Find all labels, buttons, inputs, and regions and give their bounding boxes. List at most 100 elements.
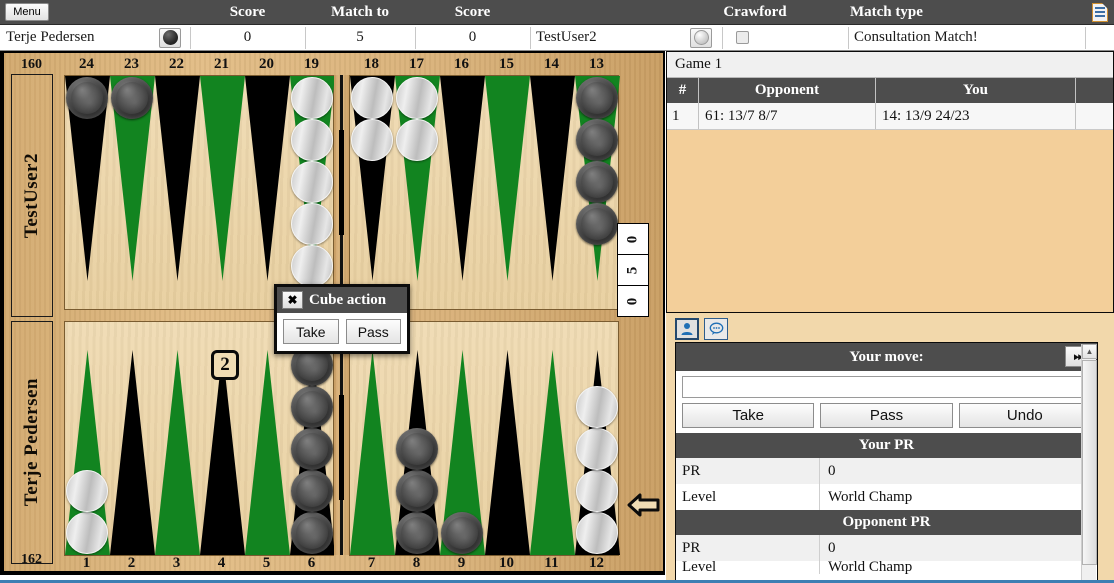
your-pr-row: PR 0 <box>676 458 1097 484</box>
checker-dark-point-13[interactable] <box>576 203 618 245</box>
move-list-box: Game 1 # Opponent You 1 61: 13/7 8/7 14: 1… <box>666 51 1114 313</box>
checker-dark-point-13[interactable] <box>576 77 618 119</box>
your-pr-header: Your PR <box>676 433 1097 458</box>
opponent-level-row: Level World Champ <box>676 561 1097 574</box>
your-level-value: World Champ <box>828 488 913 505</box>
header-score-1: Score <box>229 3 266 20</box>
checker-dark-point-6[interactable] <box>291 428 333 470</box>
checker-dark-point-6[interactable] <box>291 386 333 428</box>
table-cell: 61: 13/7 8/7 <box>699 103 876 129</box>
board-score-strip: 0 5 0 <box>617 223 649 317</box>
players-tab[interactable] <box>675 317 699 340</box>
panel-tabstrip <box>666 315 1114 342</box>
chat-bubble-icon <box>709 322 723 335</box>
player-name-bottom-label: Terje Pedersen <box>21 378 42 507</box>
player2-name: TestUser2 <box>536 29 597 45</box>
your-level-row: Level World Champ <box>676 484 1097 510</box>
checker-dark-point-23[interactable] <box>111 77 153 119</box>
chat-tab[interactable] <box>704 317 728 340</box>
opponent-level-value: World Champ <box>828 561 913 574</box>
pip-count-bottom: 162 <box>21 552 42 567</box>
move-list-empty-area <box>667 130 1113 312</box>
checker-light-point-18[interactable] <box>351 77 393 119</box>
document-icon[interactable] <box>1092 3 1108 22</box>
player1-score: 0 <box>243 29 252 45</box>
checker-light-point-19[interactable] <box>291 119 333 161</box>
scrollbar-thumb[interactable] <box>1082 360 1097 565</box>
checker-light-point-1[interactable] <box>66 512 108 554</box>
table-row[interactable]: 1 61: 13/7 8/7 14: 13/9 24/23 <box>667 103 1113 130</box>
checker-light-point-1[interactable] <box>66 470 108 512</box>
header-score-2: Score <box>454 3 491 20</box>
player1-checker-swatch[interactable] <box>150 25 190 50</box>
match-info-row: Terje Pedersen 0 5 0 TestUser2 Consultat… <box>0 25 1114 51</box>
panel-scrollbar[interactable]: ▲ ▼ <box>1081 344 1097 583</box>
checker-dark-point-8[interactable] <box>396 428 438 470</box>
col-extra <box>1076 78 1113 103</box>
player2-score: 0 <box>468 29 477 45</box>
header-crawford: Crawford <box>723 3 787 20</box>
checker-light-point-19[interactable] <box>291 245 333 287</box>
checker-light-point-12[interactable] <box>576 428 618 470</box>
player1-name: Terje Pedersen <box>6 29 95 45</box>
game-title: Game 1 <box>667 52 1113 78</box>
pip-count-top: 160 <box>21 57 42 72</box>
checker-light-point-19[interactable] <box>291 77 333 119</box>
your-pr-key: PR <box>676 458 820 484</box>
crawford-checkbox-cell[interactable] <box>722 25 762 50</box>
checker-dark-point-13[interactable] <box>576 161 618 203</box>
checker-light-point-17[interactable] <box>396 119 438 161</box>
pass-button[interactable]: Pass <box>820 403 953 428</box>
checker-light-point-12[interactable] <box>576 386 618 428</box>
menu-button[interactable]: Menu <box>5 3 49 21</box>
header-match-to: Match to <box>331 3 389 20</box>
score-strip-top: 0 <box>618 224 648 254</box>
doubling-cube[interactable]: 2 <box>211 350 239 380</box>
right-panel: Game 1 # Opponent You 1 61: 13/7 8/7 14: 1… <box>666 51 1114 583</box>
checker-dark-point-9[interactable] <box>441 512 483 554</box>
checker-light-point-12[interactable] <box>576 470 618 512</box>
checker-dark-point-13[interactable] <box>576 119 618 161</box>
checker-light-point-17[interactable] <box>396 77 438 119</box>
table-cell: 1 <box>667 103 699 129</box>
score-strip-bot: 0 <box>618 286 648 316</box>
opponent-pr-header: Opponent PR <box>676 510 1097 535</box>
take-button[interactable]: Take <box>682 403 815 428</box>
header-match-type: Match type <box>850 3 923 20</box>
undo-button[interactable]: Undo <box>958 403 1091 428</box>
checker-dark-point-6[interactable] <box>291 470 333 512</box>
person-icon <box>681 322 693 335</box>
your-level-key: Level <box>676 484 820 510</box>
checker-light-point-18[interactable] <box>351 119 393 161</box>
checker-dark-point-8[interactable] <box>396 470 438 512</box>
your-move-title: Your move: <box>849 348 924 365</box>
light-checker-swatch[interactable] <box>690 27 712 48</box>
your-move-panel: Your move: ⏭ Take Pass Undo Your PR PR 0… <box>675 342 1098 583</box>
player2-checker-swatch[interactable] <box>680 25 722 50</box>
cube-action-title: Cube action <box>309 291 387 308</box>
table-cell <box>1076 103 1113 129</box>
cube-pass-button[interactable]: Pass <box>345 319 401 344</box>
cube-take-button[interactable]: Take <box>283 319 339 344</box>
checker-light-point-19[interactable] <box>291 203 333 245</box>
cube-action-header: ✖ Cube action <box>277 287 407 313</box>
checker-dark-point-6[interactable] <box>291 512 333 554</box>
crawford-checkbox[interactable] <box>735 31 749 44</box>
scroll-up-icon[interactable]: ▲ <box>1082 344 1097 359</box>
checker-light-point-12[interactable] <box>576 512 618 554</box>
move-input[interactable] <box>682 376 1091 398</box>
opponent-pr-key: PR <box>676 535 820 561</box>
checker-dark-point-24[interactable] <box>66 77 108 119</box>
score-strip-mid: 5 <box>618 255 648 285</box>
your-pr-value: 0 <box>828 462 836 479</box>
player-name-bottom: Terje Pedersen <box>11 321 53 564</box>
left-arrow-icon[interactable] <box>627 490 661 520</box>
table-cell: 14: 13/9 24/23 <box>876 103 1076 129</box>
move-rows: 1 61: 13/7 8/7 14: 13/9 24/23 <box>667 103 1113 130</box>
close-icon[interactable]: ✖ <box>282 291 303 309</box>
dark-checker-swatch[interactable] <box>159 27 181 48</box>
cube-action-dialog[interactable]: ✖ Cube action Take Pass <box>274 284 410 354</box>
checker-dark-point-8[interactable] <box>396 512 438 554</box>
checker-light-point-19[interactable] <box>291 161 333 203</box>
dark-checker-icon <box>162 30 178 45</box>
